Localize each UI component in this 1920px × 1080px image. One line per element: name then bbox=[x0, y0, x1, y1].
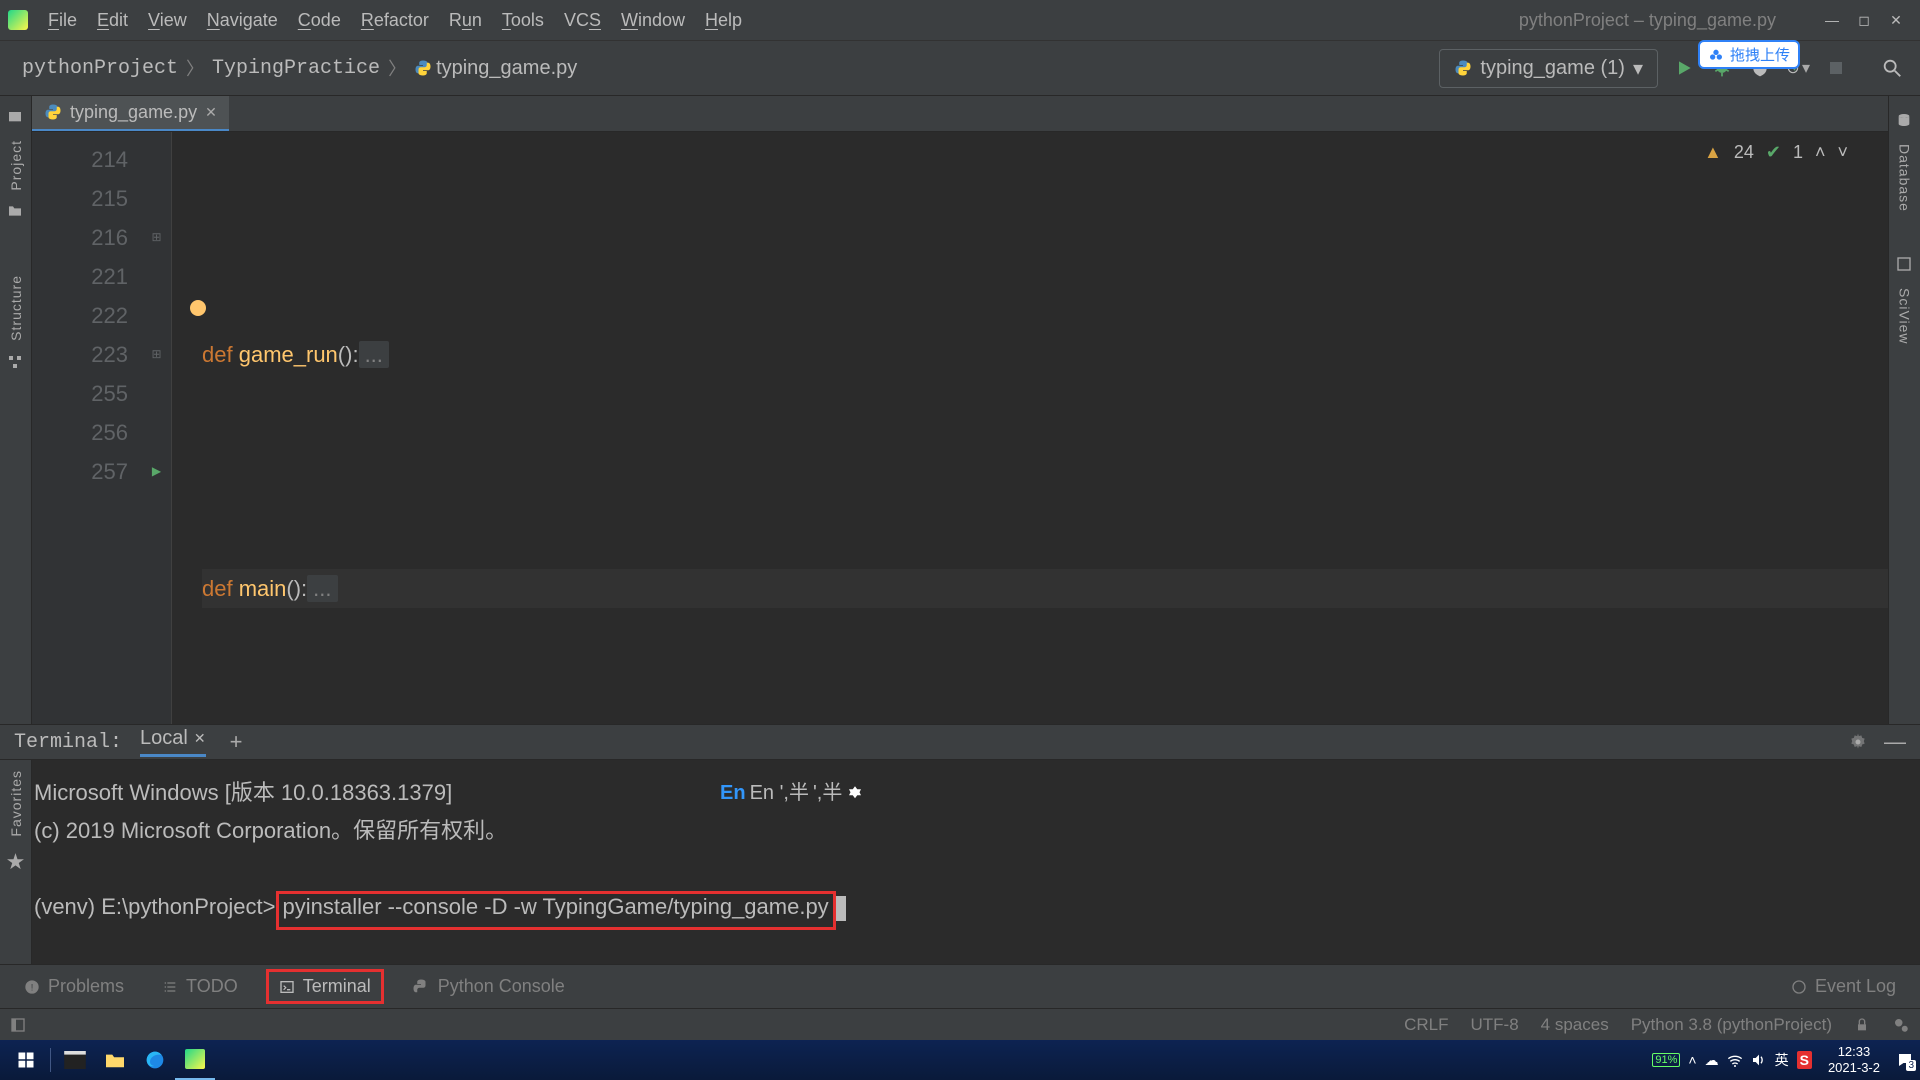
bottom-tool-tabs: ! Problems TODO Terminal Python Console … bbox=[0, 964, 1920, 1008]
taskbar-edge-icon[interactable] bbox=[135, 1040, 175, 1080]
app-icon bbox=[8, 10, 28, 30]
status-indent[interactable]: 4 spaces bbox=[1541, 1015, 1609, 1035]
status-bar: CRLF UTF-8 4 spaces Python 3.8 (pythonPr… bbox=[0, 1008, 1920, 1040]
terminal-line: (c) 2019 Microsoft Corporation。保留所有权利。 bbox=[34, 812, 1900, 850]
database-tool-label[interactable]: Database bbox=[1897, 144, 1913, 212]
left-tool-strip: Project Structure bbox=[0, 96, 32, 724]
close-tab-icon[interactable]: ✕ bbox=[205, 104, 217, 121]
menu-vcs[interactable]: VCS bbox=[554, 8, 611, 33]
warning-icon: ▲ bbox=[1704, 142, 1722, 163]
intention-bulb-icon[interactable] bbox=[190, 300, 206, 316]
terminal-line: Microsoft Windows [版本 10.0.18363.1379] bbox=[34, 774, 1900, 812]
menu-navigate[interactable]: Navigate bbox=[197, 8, 288, 33]
line-gutter: 214 215 216 221 222 223 255 256 257 bbox=[32, 132, 142, 724]
start-button[interactable] bbox=[6, 1040, 46, 1080]
menu-file[interactable]: File bbox=[38, 8, 87, 33]
check-icon: ✔ bbox=[1766, 142, 1781, 163]
code-area[interactable]: def game_run():... def main():... if __n… bbox=[172, 132, 1888, 724]
menu-edit[interactable]: Edit bbox=[87, 8, 138, 33]
window-title: pythonProject – typing_game.py bbox=[1519, 10, 1776, 31]
tray-notifications-icon[interactable]: 3 bbox=[1896, 1051, 1914, 1069]
nav-bar: pythonProject 〉 TypingPractice 〉 typing_… bbox=[0, 40, 1920, 96]
crumb-folder[interactable]: TypingPractice bbox=[206, 57, 386, 80]
cursor bbox=[836, 896, 846, 921]
menu-refactor[interactable]: Refactor bbox=[351, 8, 439, 33]
editor-tab[interactable]: typing_game.py ✕ bbox=[32, 95, 229, 131]
menu-help[interactable]: Help bbox=[695, 8, 752, 33]
stop-icon[interactable] bbox=[1824, 56, 1848, 80]
tab-python-console[interactable]: Python Console bbox=[402, 972, 575, 1001]
run-config-selector[interactable]: typing_game (1) ▾ bbox=[1439, 49, 1658, 88]
minimize-panel-icon[interactable]: — bbox=[1884, 729, 1906, 755]
tray-clock[interactable]: 12:33 2021-3-2 bbox=[1820, 1044, 1888, 1076]
editor[interactable]: 214 215 216 221 222 223 255 256 257 ⊞ ⊞ … bbox=[32, 132, 1888, 724]
tray-sogou-icon[interactable]: S bbox=[1797, 1051, 1812, 1069]
tab-event-log[interactable]: Event Log bbox=[1781, 972, 1906, 1001]
editor-tabs: typing_game.py ✕ bbox=[32, 96, 1888, 132]
close-tab-icon[interactable]: ✕ bbox=[194, 730, 206, 747]
tray-cloud-icon[interactable]: ☁ bbox=[1705, 1052, 1719, 1069]
terminal-prompt-line: (venv) E:\pythonProject>pyinstaller --co… bbox=[34, 888, 1900, 926]
status-interpreter[interactable]: Python 3.8 (pythonProject) bbox=[1631, 1015, 1832, 1035]
gear-icon[interactable] bbox=[1848, 732, 1868, 752]
tray-language[interactable]: 英 bbox=[1775, 1050, 1789, 1070]
right-tool-strip: Database SciView bbox=[1888, 96, 1920, 724]
sciview-tool-label[interactable]: SciView bbox=[1897, 288, 1913, 345]
menu-code[interactable]: Code bbox=[288, 8, 351, 33]
database-icon[interactable] bbox=[1896, 112, 1914, 130]
favorites-tool[interactable]: Favorites ★ bbox=[0, 760, 32, 964]
terminal-body[interactable]: Favorites ★ En En ',半',半 Microsoft Windo… bbox=[0, 760, 1920, 964]
chevron-down-icon[interactable]: ˅ bbox=[1837, 142, 1848, 163]
tab-problems[interactable]: ! Problems bbox=[14, 972, 134, 1001]
add-terminal-icon[interactable]: + bbox=[230, 729, 243, 755]
editor-inspection-status[interactable]: ▲24 ✔1 ˄ ˅ bbox=[1704, 142, 1848, 163]
structure-tool-label[interactable]: Structure bbox=[8, 275, 24, 341]
run-icon[interactable] bbox=[1672, 56, 1696, 80]
close-button[interactable]: ✕ bbox=[1880, 8, 1912, 32]
taskbar-explorer-icon[interactable] bbox=[95, 1040, 135, 1080]
fold-strip[interactable]: ⊞ ⊞ ▶ bbox=[142, 132, 172, 724]
taskbar-terminal-icon[interactable] bbox=[55, 1040, 95, 1080]
ime-indicator: En En ',半',半 bbox=[720, 774, 864, 812]
menu-view[interactable]: View bbox=[138, 8, 197, 33]
menu-window[interactable]: Window bbox=[611, 8, 695, 33]
inspector-icon[interactable] bbox=[1892, 1016, 1910, 1034]
menu-run[interactable]: Run bbox=[439, 8, 492, 33]
search-icon[interactable] bbox=[1880, 56, 1904, 80]
crumb-project[interactable]: pythonProject bbox=[16, 57, 184, 80]
tab-terminal[interactable]: Terminal bbox=[266, 969, 384, 1004]
sciview-icon[interactable] bbox=[1896, 256, 1914, 274]
structure-icon[interactable] bbox=[7, 354, 25, 372]
folder-icon[interactable] bbox=[7, 203, 25, 221]
taskbar-pycharm-icon[interactable] bbox=[175, 1040, 215, 1080]
windows-taskbar: 91% ˄ ☁ 英 S 12:33 2021-3-2 3 bbox=[0, 1040, 1920, 1080]
upload-pill[interactable]: 拖拽上传 bbox=[1698, 40, 1800, 69]
tray-chevron-icon[interactable]: ˄ bbox=[1688, 1052, 1696, 1068]
project-tool-label[interactable]: Project bbox=[8, 140, 24, 191]
terminal-title: Terminal: bbox=[14, 731, 122, 754]
terminal-tab[interactable]: Local ✕ bbox=[140, 727, 206, 757]
svg-text:!: ! bbox=[31, 982, 34, 992]
tab-todo[interactable]: TODO bbox=[152, 972, 248, 1001]
menu-bar: File Edit View Navigate Code Refactor Ru… bbox=[0, 0, 1920, 40]
status-encoding[interactable]: UTF-8 bbox=[1471, 1015, 1519, 1035]
terminal-panel: Terminal: Local ✕ + — Favorites ★ En En … bbox=[0, 724, 1920, 964]
lock-icon[interactable] bbox=[1854, 1017, 1870, 1033]
minimize-button[interactable]: — bbox=[1816, 8, 1848, 32]
menu-tools[interactable]: Tools bbox=[492, 8, 554, 33]
battery-indicator[interactable]: 91% bbox=[1652, 1053, 1680, 1067]
status-line-separator[interactable]: CRLF bbox=[1404, 1015, 1448, 1035]
status-panel-icon[interactable] bbox=[10, 1017, 26, 1033]
tray-volume-icon[interactable] bbox=[1751, 1053, 1767, 1067]
crumb-file[interactable]: typing_game.py bbox=[408, 57, 583, 80]
chevron-up-icon[interactable]: ˄ bbox=[1815, 142, 1826, 163]
project-tool-icon[interactable] bbox=[7, 108, 25, 126]
maximize-button[interactable]: ◻ bbox=[1848, 8, 1880, 32]
tray-wifi-icon[interactable] bbox=[1727, 1053, 1743, 1067]
terminal-command: pyinstaller --console -D -w TypingGame/t… bbox=[276, 891, 836, 930]
chevron-down-icon: ▾ bbox=[1633, 56, 1643, 81]
